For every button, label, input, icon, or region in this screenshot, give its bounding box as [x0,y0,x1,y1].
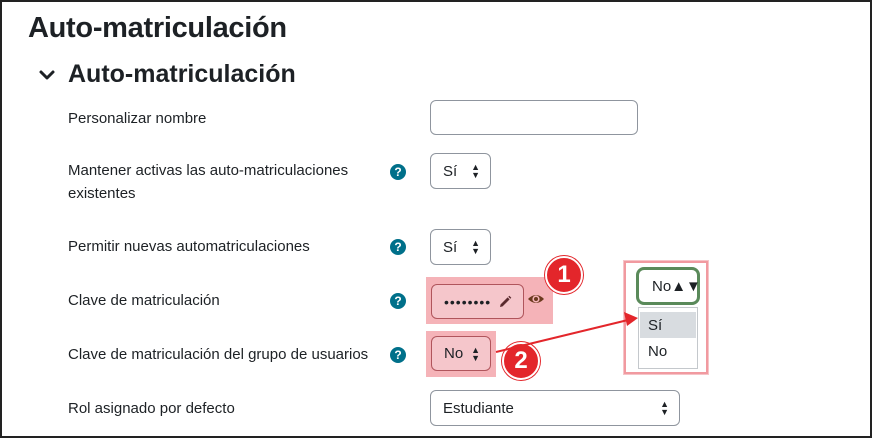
enrolment-key-field[interactable]: •••••••• [431,284,524,319]
dropdown-illustration: No ▲▼ Sí No [624,261,708,374]
default-role-select[interactable]: Estudiante ▲ ▼ [430,390,680,426]
default-role-label: Rol asignado por defecto [68,400,235,417]
keep-existing-select[interactable]: Sí ▲ ▼ [430,153,491,189]
group-key-select[interactable]: No ▲ ▼ [431,336,491,371]
select-arrows-icon: ▲▼ [671,277,701,295]
group-key-label: Clave de matriculación del grupo de usua… [68,346,369,363]
keep-existing-value: Sí [443,162,458,180]
select-arrows-icon: ▲▼ [471,238,480,256]
eye-icon[interactable] [527,291,545,307]
page-title: Auto-matriculación [28,12,287,44]
allow-new-label: Permitir nuevas automatriculaciones [68,238,310,255]
select-arrows-icon: ▲▼ [660,399,669,417]
dropdown-option-si[interactable]: Sí [640,312,696,338]
help-icon[interactable]: ? [390,239,406,255]
select-arrows-icon: ▲▼ [471,162,480,180]
callout-badge-1: 1 [545,256,583,294]
section-title: Auto-matriculación [68,60,296,88]
help-icon[interactable]: ? [390,293,406,309]
group-key-value: No [444,345,464,362]
custom-name-input[interactable] [430,100,638,135]
keep-existing-label: Mantener activas las auto-matriculacione… [68,162,349,202]
dropdown-illustration-select[interactable]: No ▲▼ [636,267,701,305]
enrolment-key-label: Clave de matriculación [68,292,220,309]
enrolment-key-value: •••••••• [444,293,492,310]
dropdown-option-no[interactable]: No [640,338,696,364]
section-header[interactable]: Auto-matriculación [38,60,296,89]
pencil-icon[interactable] [497,294,513,310]
dropdown-illustration-value: No [652,277,672,295]
allow-new-select[interactable]: Sí ▲ ▼ [430,229,491,265]
select-arrows-icon: ▲▼ [471,344,480,363]
custom-name-label: Personalizar nombre [68,110,207,127]
help-icon[interactable]: ? [390,164,406,180]
chevron-down-icon[interactable] [38,66,56,84]
allow-new-value: Sí [443,238,458,256]
dropdown-options-list: Sí No [638,307,698,369]
help-icon[interactable]: ? [390,347,406,363]
callout-badge-2: 2 [502,342,540,380]
default-role-value: Estudiante [443,399,514,417]
